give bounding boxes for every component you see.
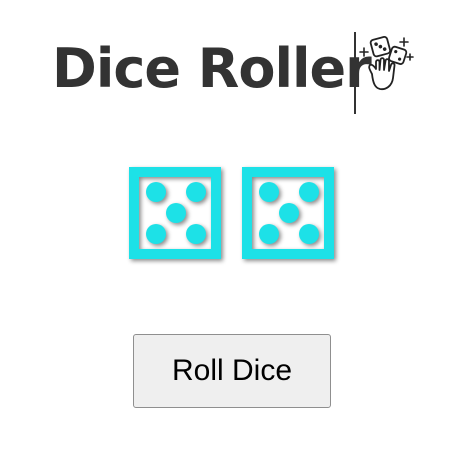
- dice-tray: [0, 167, 472, 267]
- hand-rolling-dice-icon: [359, 36, 414, 91]
- roll-dice-button[interactable]: Roll Dice: [133, 334, 331, 408]
- die-1: [129, 167, 221, 259]
- page-title: Dice Roller: [52, 37, 372, 100]
- header: Dice Roller: [0, 28, 472, 118]
- dice-roller-app: Dice Roller Roll Dice: [0, 0, 472, 463]
- die-2: [242, 167, 334, 259]
- text-cursor: [354, 32, 356, 114]
